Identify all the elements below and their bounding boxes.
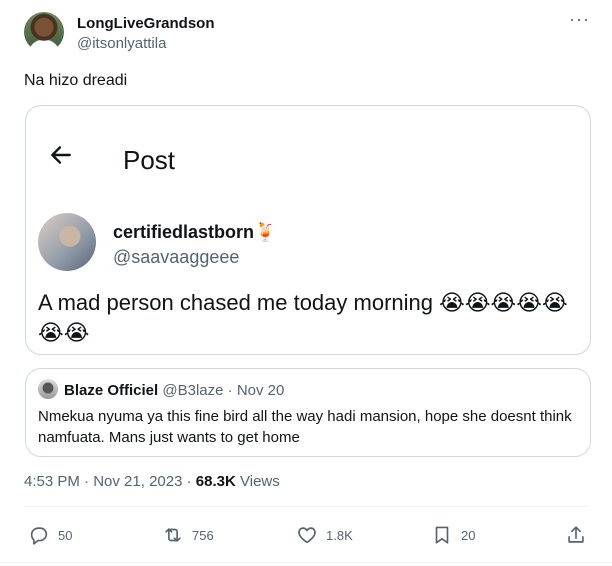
embedded-post-screenshot[interactable]: Post certifiedlastborn🍹 @saavaaggeee A m… [25, 105, 591, 355]
action-bar: 50 756 1.8K 20 [0, 518, 612, 552]
meta-separator: · [186, 473, 192, 490]
bookmark-button[interactable]: 20 [431, 518, 475, 552]
quoted-avatar [38, 379, 58, 399]
repost-button[interactable]: 756 [162, 518, 214, 552]
quoted-handle: @B3laze [162, 382, 224, 399]
share-icon [568, 526, 584, 543]
more-options-icon[interactable]: ··· [569, 10, 590, 28]
reply-count: 50 [58, 527, 73, 543]
embedded-handle: @saavaaggeee [113, 247, 240, 267]
embedded-header-title: Post [123, 145, 176, 175]
repost-count: 756 [192, 527, 214, 543]
like-count: 1.8K [326, 527, 353, 543]
embedded-name-text: certifiedlastborn [113, 222, 255, 242]
post-time[interactable]: 4:53 PM [24, 473, 80, 490]
cocktail-emoji: 🍹 [254, 222, 277, 242]
repost-icon [165, 528, 181, 542]
heart-icon [298, 527, 316, 544]
back-arrow-icon [51, 146, 71, 164]
bookmark-count: 20 [461, 527, 476, 543]
divider [24, 506, 588, 507]
share-button[interactable] [565, 518, 587, 552]
quoted-post[interactable]: Blaze Officiel @B3laze · Nov 20 Nmekua n… [25, 368, 591, 457]
author-avatar[interactable] [24, 12, 64, 52]
quoted-header: Blaze Officiel @B3laze · Nov 20 [64, 382, 284, 399]
quoted-name: Blaze Officiel [64, 382, 159, 399]
post-metadata: 4:53 PM · Nov 21, 2023 · 68.3K Views [24, 473, 280, 490]
author-handle[interactable]: @itsonlyattila [77, 35, 166, 52]
views-count[interactable]: 68.3K [196, 473, 236, 490]
quoted-text: Nmekua nyuma ya this fine bird all the w… [38, 408, 572, 446]
views-label: Views [240, 473, 280, 490]
bookmark-icon [435, 526, 449, 544]
embedded-name: certifiedlastborn🍹 [113, 222, 276, 243]
embedded-avatar [38, 213, 96, 271]
bottom-divider [0, 562, 612, 563]
meta-separator: · [84, 473, 90, 490]
tweet-text: Na hizo dreadi [24, 72, 128, 89]
quoted-separator: · [227, 382, 233, 399]
author-name[interactable]: LongLiveGrandson [77, 15, 215, 32]
reply-button[interactable]: 50 [28, 518, 72, 552]
like-button[interactable]: 1.8K [296, 518, 353, 552]
quoted-date: Nov 20 [236, 382, 285, 399]
reply-icon [30, 527, 48, 545]
post-date[interactable]: Nov 21, 2023 [93, 473, 182, 490]
embedded-text: A mad person chased me today morning 😭😭😭… [38, 290, 568, 345]
